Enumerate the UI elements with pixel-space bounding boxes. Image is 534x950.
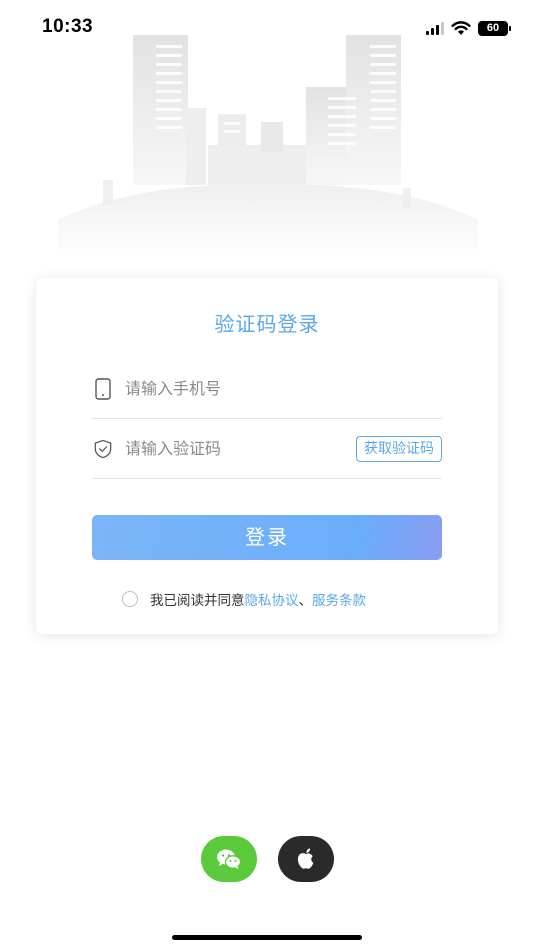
battery-icon: 60 bbox=[478, 20, 511, 36]
shield-icon bbox=[94, 439, 112, 459]
phone-input[interactable] bbox=[125, 374, 355, 402]
get-code-button[interactable]: 获取验证码 bbox=[356, 436, 442, 462]
phone-icon bbox=[95, 378, 111, 400]
code-input[interactable] bbox=[125, 434, 355, 462]
third-party-login bbox=[201, 836, 334, 882]
apple-login-button[interactable] bbox=[278, 836, 334, 882]
agreement-row: 我已阅读并同意 隐私协议 、 服务条款 bbox=[122, 589, 366, 609]
login-card: 验证码登录 获取验证码 登录 我已阅读并同意 隐私协议 、 服务条款 bbox=[36, 278, 498, 634]
login-button[interactable]: 登录 bbox=[92, 515, 442, 560]
code-field: 获取验证码 bbox=[92, 418, 442, 479]
terms-link[interactable]: 服务条款 bbox=[312, 589, 366, 609]
privacy-link[interactable]: 隐私协议 bbox=[245, 589, 299, 609]
wechat-icon bbox=[217, 849, 242, 869]
apple-icon bbox=[297, 848, 314, 869]
home-indicator bbox=[172, 935, 362, 940]
wechat-login-button[interactable] bbox=[201, 836, 257, 882]
city-skyline-illustration bbox=[58, 35, 478, 260]
phone-field bbox=[92, 358, 442, 419]
agreement-checkbox[interactable] bbox=[122, 591, 138, 607]
agreement-text: 我已阅读并同意 bbox=[150, 593, 245, 609]
agreement-separator: 、 bbox=[298, 593, 313, 609]
page-title: 验证码登录 bbox=[214, 312, 320, 336]
